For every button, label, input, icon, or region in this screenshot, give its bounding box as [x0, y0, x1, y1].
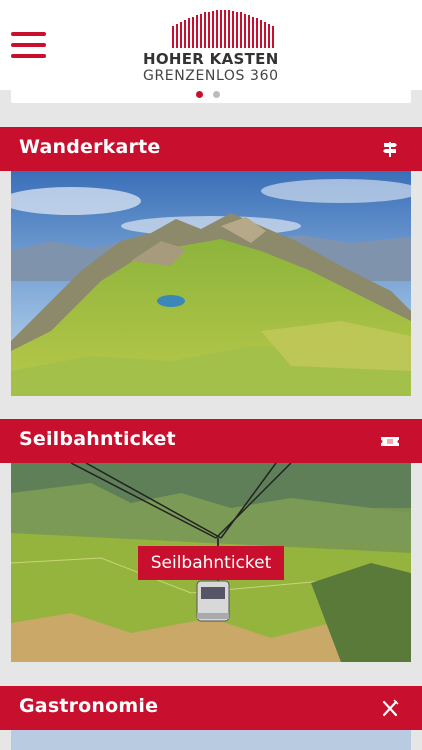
- section-header-gastronomie[interactable]: Gastronomie: [0, 686, 422, 730]
- logo-title: HOHER KASTEN: [143, 50, 279, 68]
- hamburger-menu-icon[interactable]: [11, 32, 46, 58]
- logo-mark: [172, 10, 274, 48]
- slider-pagination: [196, 91, 220, 98]
- section-title: Gastronomie: [19, 695, 159, 717]
- pagination-dot-active[interactable]: [196, 91, 203, 98]
- signpost-icon: [383, 142, 397, 157]
- section-header-wanderkarte[interactable]: Wanderkarte: [0, 127, 422, 171]
- ticket-icon: [381, 437, 399, 446]
- pagination-dot[interactable]: [213, 91, 220, 98]
- fork-knife-icon: [382, 699, 399, 717]
- section-title: Seilbahnticket: [19, 428, 176, 450]
- app-header: HOHER KASTEN GRENZENLOS 360: [0, 0, 422, 90]
- seilbahnticket-button[interactable]: Seilbahnticket: [138, 546, 284, 580]
- section-title: Wanderkarte: [19, 136, 161, 158]
- hoher-kasten-logo[interactable]: HOHER KASTEN GRENZENLOS 360: [142, 8, 282, 84]
- wanderkarte-map-image[interactable]: [11, 171, 411, 396]
- logo-subtitle: GRENZENLOS 360: [143, 68, 279, 84]
- section-header-seilbahnticket[interactable]: Seilbahnticket: [0, 419, 422, 463]
- gastronomie-photo[interactable]: [11, 730, 411, 750]
